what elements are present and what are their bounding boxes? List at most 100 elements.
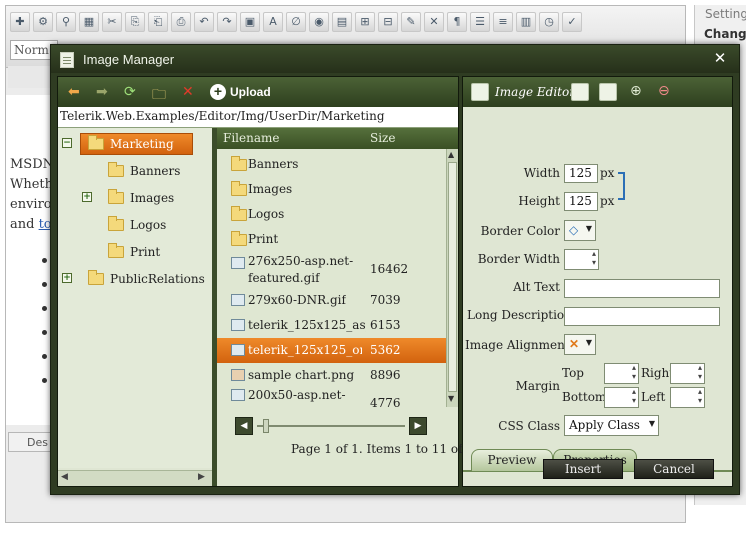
refresh-icon[interactable]: ⟳ [124, 84, 136, 100]
size-column-header[interactable]: Size [370, 131, 395, 145]
tree-item-images[interactable]: Images [108, 187, 174, 209]
grid-vertical-scrollbar[interactable]: ▲ ▼ [446, 149, 458, 407]
toolbar-button[interactable]: ▦ [79, 12, 99, 32]
content-line: enviro [10, 197, 52, 212]
delete-icon[interactable]: ✕ [182, 84, 194, 100]
css-class-value: Apply Class [569, 418, 640, 432]
toolbar-button[interactable]: ⊟ [378, 12, 398, 32]
css-class-label: CSS Class [498, 419, 560, 433]
file-row[interactable]: Banners [217, 152, 446, 177]
pager-thumb[interactable] [263, 419, 269, 433]
forward-arrow-icon[interactable]: ➡ [96, 84, 108, 100]
toolbar-button[interactable]: ✎ [401, 12, 421, 32]
toolbar-button[interactable]: A [263, 12, 283, 32]
toolbar-button[interactable]: ⎙ [171, 12, 191, 32]
best-fit-icon[interactable] [571, 83, 589, 101]
margin-top-spinner[interactable] [604, 363, 639, 384]
actual-size-icon[interactable] [599, 83, 617, 101]
toolbar-button[interactable]: ↷ [217, 12, 237, 32]
toolbar-button[interactable]: ▥ [516, 12, 536, 32]
new-folder-icon[interactable]: 🗀 [152, 84, 166, 108]
border-width-spinner[interactable] [564, 249, 599, 270]
margin-bottom-label: Bottom [562, 390, 607, 404]
cancel-button[interactable]: Cancel [634, 459, 714, 479]
margin-right-spinner[interactable] [670, 363, 705, 384]
toolbar-button[interactable]: ✚ [10, 12, 30, 32]
image-editor-panel: Image Editor ⊕ ⊖ Width 125 px Height 125… [462, 76, 733, 487]
collapse-icon[interactable]: − [62, 138, 72, 148]
scroll-down-icon[interactable]: ▼ [448, 394, 454, 403]
scroll-left-icon[interactable]: ◀ [61, 472, 68, 482]
toolbar-button[interactable]: ☰ [470, 12, 490, 32]
constrain-proportions-link-icon[interactable] [618, 172, 625, 200]
margin-label: Margin [515, 379, 560, 393]
file-name: telerik_125x125_orm.g [248, 343, 362, 357]
previous-page-button[interactable]: ◀ [235, 417, 253, 435]
toolbar-button[interactable]: ✓ [562, 12, 582, 32]
upload-button[interactable]: + Upload [210, 83, 271, 101]
next-page-button[interactable]: ▶ [409, 417, 427, 435]
pager-slider[interactable]: ◀ ▶ [235, 417, 427, 435]
insert-button[interactable]: Insert [543, 459, 623, 479]
file-row[interactable]: 279x60-DNR.gif 7039 [217, 288, 446, 313]
image-editor-title[interactable]: Image Editor [495, 85, 575, 99]
border-color-picker[interactable]: ◇ ▼ [564, 220, 596, 241]
settings-heading: Change [704, 27, 746, 41]
file-row[interactable]: Logos [217, 202, 446, 227]
long-description-input[interactable] [564, 307, 720, 326]
toolbar-button[interactable]: ▤ [332, 12, 352, 32]
back-arrow-icon[interactable]: ⬅ [68, 84, 80, 100]
filename-column-header[interactable]: Filename [223, 131, 279, 145]
expand-icon[interactable]: + [62, 273, 72, 283]
toolbar-button[interactable]: ◷ [539, 12, 559, 32]
dialog-titlebar[interactable]: Image Manager ✕ [51, 45, 739, 73]
toolbar-button[interactable]: ⎗ [148, 12, 168, 32]
toolbar-button[interactable]: ⚲ [56, 12, 76, 32]
toolbar-button[interactable]: ⎘ [125, 12, 145, 32]
file-size: 4776 [370, 396, 401, 407]
file-row[interactable]: Images [217, 177, 446, 202]
zoom-out-icon[interactable]: ⊖ [658, 83, 670, 99]
file-row[interactable]: sample chart.png 8896 [217, 363, 446, 388]
tree-item-logos[interactable]: Logos [108, 214, 166, 236]
scrollbar-thumb[interactable] [448, 162, 457, 392]
file-size: 16462 [370, 262, 409, 276]
toolbar-button[interactable]: ◉ [309, 12, 329, 32]
tree-item-marketing[interactable]: Marketing [88, 133, 174, 155]
file-row[interactable]: 276x250-asp.net- featured.gif 16462 [217, 252, 446, 288]
scroll-up-icon[interactable]: ▲ [448, 150, 454, 159]
toolbar-button[interactable]: ¶ [447, 12, 467, 32]
margin-left-spinner[interactable] [670, 387, 705, 408]
width-input[interactable]: 125 [564, 164, 598, 183]
height-input[interactable]: 125 [564, 192, 598, 211]
file-row[interactable]: telerik_125x125_asp.gi 6153 [217, 313, 446, 338]
toolbar-button[interactable]: ≡ [493, 12, 513, 32]
tree-item-print[interactable]: Print [108, 241, 160, 263]
scroll-right-icon[interactable]: ▶ [198, 472, 205, 482]
css-class-dropdown[interactable]: Apply Class ▼ [564, 415, 659, 436]
tree-horizontal-scrollbar[interactable]: ◀ ▶ [58, 470, 212, 486]
margin-bottom-spinner[interactable] [604, 387, 639, 408]
tab-preview[interactable]: Preview [471, 449, 553, 472]
file-row[interactable]: Print [217, 227, 446, 252]
pager-status: Page 1 of 1. Items 1 to 11 of 11 [291, 442, 482, 456]
toolbar-button[interactable]: ▣ [240, 12, 260, 32]
close-icon[interactable]: ✕ [711, 49, 729, 67]
bullet [42, 378, 47, 383]
toolbar-button[interactable]: ∅ [286, 12, 306, 32]
file-row-selected[interactable]: telerik_125x125_orm.g 5362 [217, 338, 446, 363]
toolbar-button[interactable]: ↶ [194, 12, 214, 32]
toolbar-button[interactable]: ⊞ [355, 12, 375, 32]
tree-item-banners[interactable]: Banners [108, 160, 180, 182]
file-row[interactable]: 200x50-asp.net- 4776 [217, 386, 446, 407]
alt-text-input[interactable] [564, 279, 720, 298]
image-alignment-dropdown[interactable]: ✕ ▼ [564, 334, 596, 355]
toolbar-button[interactable]: ✕ [424, 12, 444, 32]
file-name: Images [248, 182, 293, 196]
toolbar-button[interactable]: ✂ [102, 12, 122, 32]
toolbar-button[interactable]: ⚙ [33, 12, 53, 32]
path-breadcrumb[interactable]: Telerik.Web.Examples/Editor/Img/UserDir/… [58, 107, 458, 128]
tree-item-publicrelations[interactable]: PublicRelations [88, 268, 205, 290]
expand-icon[interactable]: + [82, 192, 92, 202]
zoom-in-icon[interactable]: ⊕ [630, 83, 642, 99]
